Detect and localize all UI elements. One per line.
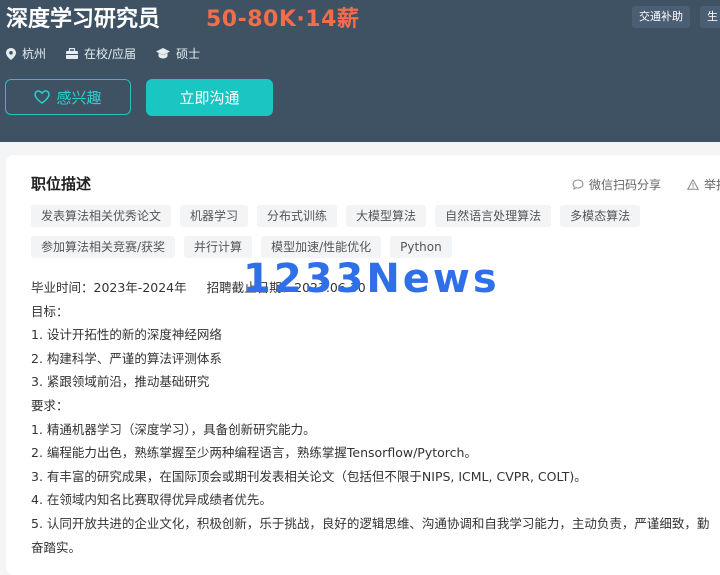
- description-line: 4. 在领域内知名比赛取得优异成绩者优先。: [31, 492, 272, 508]
- graduation-cap-icon: [156, 48, 171, 59]
- location-text: 杭州: [22, 47, 47, 61]
- description-line: 1. 设计开拓性的新的深度神经网络: [31, 327, 222, 343]
- location-pin-icon: [6, 47, 16, 60]
- graduation-time: 毕业时间：2023年-2024年: [31, 280, 187, 295]
- description-line: 5. 认同开放共进的企业文化，积极创新，乐于挑战，良好的逻辑思维、沟通协调和自我…: [31, 515, 710, 531]
- share-label: 微信扫码分享: [589, 178, 662, 192]
- skill-tag: 分布式训练: [257, 205, 338, 227]
- skill-tag: 多模态算法: [560, 205, 641, 227]
- skill-tag: 发表算法相关优秀论文: [31, 205, 172, 227]
- chat-now-button[interactable]: 立即沟通: [146, 79, 273, 116]
- description-line: 奋踏实。: [31, 539, 82, 555]
- info-status: 在校/应届: [66, 45, 136, 62]
- interest-label: 感兴趣: [56, 88, 102, 107]
- description-line: 2. 构建科学、严谨的算法评测体系: [31, 350, 222, 366]
- benefit-tag: 交通补助: [632, 6, 690, 28]
- skill-tag: 机器学习: [180, 205, 249, 227]
- job-salary: 50-80K·14薪: [206, 7, 360, 32]
- report-label: 举报: [704, 178, 720, 192]
- job-description: 毕业时间：2023年-2024年 招聘截止日期：2023.06.30 目标： 1…: [31, 276, 720, 559]
- job-header: 深度学习研究员 50-80K·14薪 交通补助 生 杭州 在校/应届 硕士 感兴…: [0, 0, 720, 142]
- description-line: 要求：: [31, 397, 69, 413]
- skill-tag: 参加算法相关竞赛/获奖: [31, 236, 176, 258]
- report-link[interactable]: 举报: [687, 176, 720, 193]
- status-text: 在校/应届: [84, 47, 137, 61]
- chat-bubble-icon: [572, 179, 584, 190]
- heart-icon: [34, 90, 51, 104]
- skill-tag: 模型加速/性能优化: [261, 236, 382, 258]
- job-info-row: 杭州 在校/应届 硕士: [6, 45, 220, 62]
- section-title: 职位描述: [31, 175, 92, 193]
- description-line: 目标：: [31, 303, 69, 319]
- wechat-share-link[interactable]: 微信扫码分享: [572, 176, 661, 193]
- watermark: 1233News: [243, 256, 500, 302]
- warning-icon: [687, 179, 699, 190]
- skill-tag: 并行计算: [184, 236, 253, 258]
- description-line: 2. 编程能力出色，熟练掌握至少两种编程语言，熟练掌握Tensorflow/Py…: [31, 445, 477, 461]
- interest-button[interactable]: 感兴趣: [5, 79, 131, 115]
- job-title: 深度学习研究员: [6, 7, 161, 32]
- briefcase-icon: [66, 48, 79, 59]
- info-degree: 硕士: [156, 45, 200, 62]
- description-line: 1. 精通机器学习（深度学习），具备创新研究能力。: [31, 421, 316, 437]
- skill-tag: 大模型算法: [346, 205, 427, 227]
- skill-tag: 自然语言处理算法: [435, 205, 552, 227]
- description-line: 3. 紧跟领域前沿，推动基础研究: [31, 374, 210, 390]
- degree-text: 硕士: [176, 47, 201, 61]
- info-location: 杭州: [6, 45, 46, 62]
- benefit-tag: 生: [700, 6, 720, 28]
- description-line: 3. 有丰富的研究成果，在国际顶会或期刊发表相关论文（包括但不限于NIPS, I…: [31, 468, 587, 484]
- skill-tag: Python: [390, 236, 452, 258]
